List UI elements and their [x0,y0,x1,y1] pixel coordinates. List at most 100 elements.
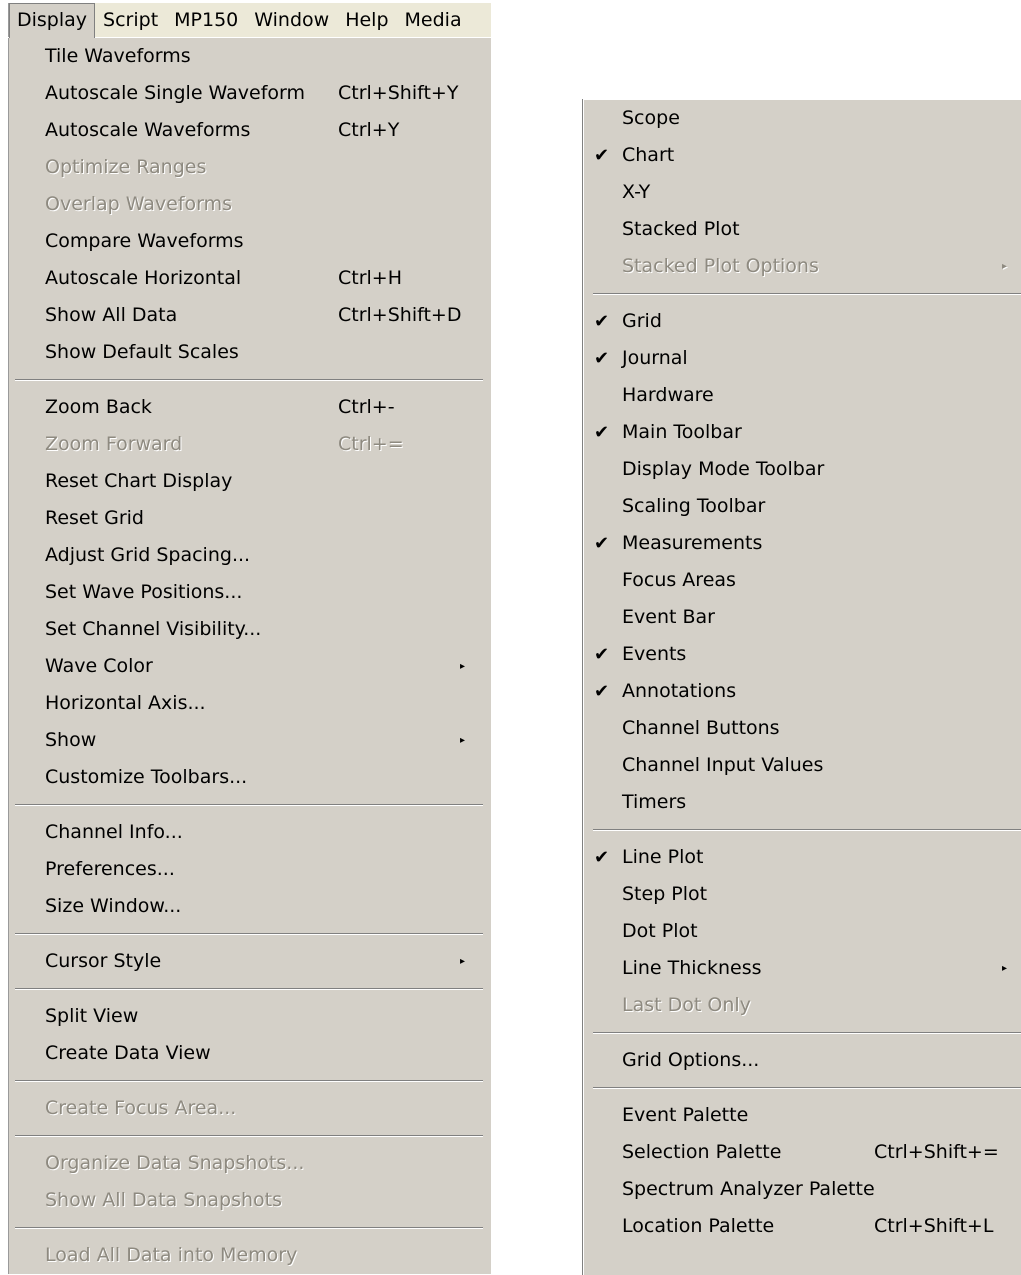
menu-item-reset-grid[interactable]: Reset Grid [9,500,491,537]
menubar-item-mp150[interactable]: MP150 [166,3,246,37]
menu-separator [584,1024,1021,1042]
menu-item-label: Line Thickness [622,957,762,979]
menu-item-label: Annotations [622,680,737,702]
menubar-item-script[interactable]: Script [95,3,166,37]
menu-item-set-wave-positions[interactable]: Set Wave Positions... [9,574,491,611]
menu-item-create-data-view[interactable]: Create Data View [9,1035,491,1072]
menu-item-label: Show All Data Snapshots [45,1189,283,1211]
submenu-arrow-icon: ▸ [1002,261,1008,272]
menu-item-label: Load All Data into Memory [45,1244,298,1266]
menu-item-dot-plot[interactable]: Dot Plot [584,913,1021,950]
menu-item-label: Reset Chart Display [45,470,233,492]
menu-item-show[interactable]: Show ▸ [9,722,491,759]
menubar-item-window[interactable]: Window [246,3,337,37]
menu-item-main-toolbar[interactable]: ✔ Main Toolbar [584,414,1021,451]
menu-item-label: Show [45,729,97,751]
menu-item-label: Autoscale Single Waveform [45,82,306,104]
menu-item-x-y[interactable]: X-Y [584,174,1021,211]
menu-item-shortcut: Ctrl+Shift+Y [338,82,459,104]
menu-separator [9,1127,491,1145]
menu-item-channel-info[interactable]: Channel Info... [9,814,491,851]
menu-item-label: Events [622,643,687,665]
menu-item-grid[interactable]: ✔ Grid [584,303,1021,340]
menu-item-show-all-data[interactable]: Show All Data Ctrl+Shift+D [9,297,491,334]
menu-item-label: Set Channel Visibility... [45,618,262,640]
menu-item-label: Focus Areas [622,569,736,591]
menu-item-autoscale-horizontal[interactable]: Autoscale Horizontal Ctrl+H [9,260,491,297]
menu-item-adjust-grid-spacing[interactable]: Adjust Grid Spacing... [9,537,491,574]
menu-item-label: Create Data View [45,1042,211,1064]
menu-item-show-default-scales[interactable]: Show Default Scales [9,334,491,371]
menu-item-annotations[interactable]: ✔ Annotations [584,673,1021,710]
menu-item-event-bar[interactable]: Event Bar [584,599,1021,636]
menu-item-channel-input-values[interactable]: Channel Input Values [584,747,1021,784]
menu-item-reset-chart-display[interactable]: Reset Chart Display [9,463,491,500]
menu-item-wave-color[interactable]: Wave Color ▸ [9,648,491,685]
menubar-item-media[interactable]: Media [397,3,470,37]
menubar-item-display[interactable]: Display [9,2,96,38]
menu-item-location-palette[interactable]: Location Palette Ctrl+Shift+L [584,1208,1021,1245]
menu-item-size-window[interactable]: Size Window... [9,888,491,925]
menu-item-autoscale-single-waveform[interactable]: Autoscale Single Waveform Ctrl+Shift+Y [9,75,491,112]
menu-item-label: Channel Buttons [622,717,780,739]
menu-item-label: Event Palette [622,1104,749,1126]
menu-item-customize-toolbars[interactable]: Customize Toolbars... [9,759,491,796]
menu-item-step-plot[interactable]: Step Plot [584,876,1021,913]
menu-item-grid-options[interactable]: Grid Options... [584,1042,1021,1079]
menu-item-label: Dot Plot [622,920,698,942]
menu-item-horizontal-axis[interactable]: Horizontal Axis... [9,685,491,722]
menu-item-label: Display Mode Toolbar [622,458,825,480]
menu-item-scaling-toolbar[interactable]: Scaling Toolbar [584,488,1021,525]
menu-item-label: Horizontal Axis... [45,692,206,714]
menu-item-optimize-ranges: Optimize Ranges [9,149,491,186]
checkmark-icon: ✔ [594,422,610,443]
menu-item-line-plot[interactable]: ✔ Line Plot [584,839,1021,876]
menu-item-events[interactable]: ✔ Events [584,636,1021,673]
checkmark-icon: ✔ [594,644,610,665]
menu-item-shortcut: Ctrl+Shift+D [338,304,462,326]
menu-item-label: Tile Waveforms [45,45,191,67]
menu-item-label: Measurements [622,532,763,554]
menu-item-measurements[interactable]: ✔ Measurements [584,525,1021,562]
menu-item-selection-palette[interactable]: Selection Palette Ctrl+Shift+= [584,1134,1021,1171]
menu-item-label: Selection Palette [622,1141,782,1163]
menu-item-tile-waveforms[interactable]: Tile Waveforms [9,38,491,75]
menu-item-overlap-waveforms: Overlap Waveforms [9,186,491,223]
menu-item-stacked-plot[interactable]: Stacked Plot [584,211,1021,248]
menu-item-set-channel-visibility[interactable]: Set Channel Visibility... [9,611,491,648]
menu-item-label: Event Bar [622,606,715,628]
menu-item-line-thickness[interactable]: Line Thickness ▸ [584,950,1021,987]
menu-item-label: Channel Input Values [622,754,824,776]
menu-item-journal[interactable]: ✔ Journal [584,340,1021,377]
menu-item-label: Overlap Waveforms [45,193,233,215]
display-menu: Tile Waveforms Autoscale Single Waveform C… [8,38,491,1274]
menu-item-spectrum-analyzer-palette[interactable]: Spectrum Analyzer Palette [584,1171,1021,1208]
menu-item-shortcut: Ctrl+= [338,433,404,455]
menu-item-zoom-back[interactable]: Zoom Back Ctrl+- [9,389,491,426]
menu-item-split-view[interactable]: Split View [9,998,491,1035]
menu-item-label: Stacked Plot Options [622,255,819,277]
menu-item-preferences[interactable]: Preferences... [9,851,491,888]
menu-item-compare-waveforms[interactable]: Compare Waveforms [9,223,491,260]
menu-item-autoscale-waveforms[interactable]: Autoscale Waveforms Ctrl+Y [9,112,491,149]
menu-item-focus-areas[interactable]: Focus Areas [584,562,1021,599]
menu-item-label: Compare Waveforms [45,230,244,252]
menu-item-label: Timers [622,791,687,813]
menu-item-label: Adjust Grid Spacing... [45,544,251,566]
menu-item-event-palette[interactable]: Event Palette [584,1097,1021,1134]
menu-item-label: Autoscale Waveforms [45,119,251,141]
menu-item-label: Journal [622,347,688,369]
menu-item-cursor-style[interactable]: Cursor Style ▸ [9,943,491,980]
menu-item-label: Scope [622,107,680,129]
menu-item-display-mode-toolbar[interactable]: Display Mode Toolbar [584,451,1021,488]
menu-item-chart[interactable]: ✔ Chart [584,137,1021,174]
checkmark-icon: ✔ [594,145,610,166]
menu-separator [9,796,491,814]
menu-item-channel-buttons[interactable]: Channel Buttons [584,710,1021,747]
menu-item-hardware[interactable]: Hardware [584,377,1021,414]
menu-item-scope[interactable]: Scope [584,100,1021,137]
menu-item-shortcut: Ctrl+Shift+L [874,1215,994,1237]
menu-item-label: Zoom Back [45,396,152,418]
menu-item-timers[interactable]: Timers [584,784,1021,821]
menubar-item-help[interactable]: Help [337,3,396,37]
